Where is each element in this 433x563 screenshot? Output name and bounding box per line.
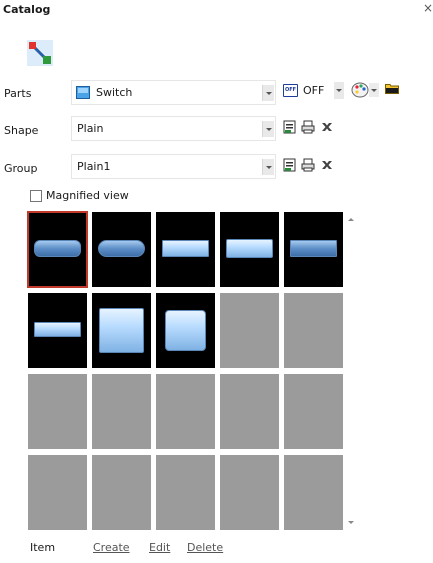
parts-grid [27,211,343,530]
grid-cell-empty[interactable] [284,293,343,368]
parts-label: Parts [4,87,32,100]
close-icon[interactable]: × [423,1,433,15]
state-dropdown[interactable]: OFF OFF [283,81,345,103]
folder-icon[interactable] [385,83,399,94]
grid-cell-empty[interactable] [220,374,279,449]
switch-part-icon [76,86,90,99]
magnified-view-checkbox[interactable] [30,190,42,202]
group-label: Group [4,162,38,175]
grid-cell-empty[interactable] [220,455,279,530]
off-state-icon: OFF [283,84,298,97]
shape-dropdown[interactable]: Plain [71,116,276,141]
light-bar-shape [226,239,273,258]
grid-cell-medium-square[interactable] [156,293,215,368]
medium-square-shape [165,310,206,351]
rounded-bar-shape [34,240,81,257]
grid-cell-empty[interactable] [92,374,151,449]
grid-cell-empty[interactable] [284,374,343,449]
grid-cell-flat-bar[interactable] [156,212,215,287]
scroll-up-icon[interactable] [348,218,354,221]
edit-link[interactable]: Edit [149,541,170,554]
grid-cell-flat-bar-dark[interactable] [284,212,343,287]
grid-cell-small-flat-bar[interactable] [28,293,87,368]
small-flat-bar-shape [34,322,81,337]
grid-cell-large-square[interactable] [92,293,151,368]
state-value: OFF [303,84,325,97]
grid-cell-empty[interactable] [156,374,215,449]
item-label: Item [30,541,56,554]
save-group-icon[interactable] [283,158,297,172]
shape-value: Plain [77,122,104,135]
grid-cell-empty[interactable] [284,455,343,530]
save-shape-icon[interactable] [283,120,297,134]
grid-cell-empty[interactable] [28,455,87,530]
parts-value: Switch [96,86,133,99]
footer: Item Create Edit Delete [0,541,433,557]
chevron-down-icon[interactable] [262,159,274,175]
chevron-down-icon[interactable] [334,82,344,99]
scroll-down-icon[interactable] [348,521,354,524]
print-shape-icon[interactable] [301,120,315,134]
grid-cell-empty[interactable] [220,293,279,368]
panel-titlebar: Catalog × [0,0,433,20]
chevron-down-icon[interactable] [262,85,274,101]
shape-label: Shape [4,124,39,137]
off-state-icon-text: OFF [285,87,297,93]
delete-shape-icon[interactable] [320,120,334,134]
large-square-shape [99,308,144,353]
chevron-down-icon[interactable] [262,121,274,137]
delete-group-icon[interactable] [320,158,334,172]
magnified-view-label: Magnified view [46,189,129,202]
group-dropdown[interactable]: Plain1 [71,154,276,179]
flat-bar-shape [162,240,209,257]
pill-bar-shape [98,240,145,257]
grid-cell-empty[interactable] [156,455,215,530]
grid-cell-light-bar[interactable] [220,212,279,287]
print-group-icon[interactable] [301,158,315,172]
grid-cell-rounded-bar[interactable] [27,211,88,288]
group-value: Plain1 [77,160,111,173]
flat-bar-dark-shape [290,240,337,257]
grid-scrollbar[interactable] [346,212,356,530]
grid-cell-pill-bar[interactable] [92,212,151,287]
delete-link[interactable]: Delete [187,541,223,554]
palette-button[interactable] [351,80,381,100]
panel-title: Catalog [3,3,51,16]
grid-cell-empty[interactable] [92,455,151,530]
shape-tool-icon[interactable] [27,40,53,66]
parts-dropdown[interactable]: Switch [71,80,276,105]
grid-cell-empty[interactable] [28,374,87,449]
create-link[interactable]: Create [93,541,130,554]
